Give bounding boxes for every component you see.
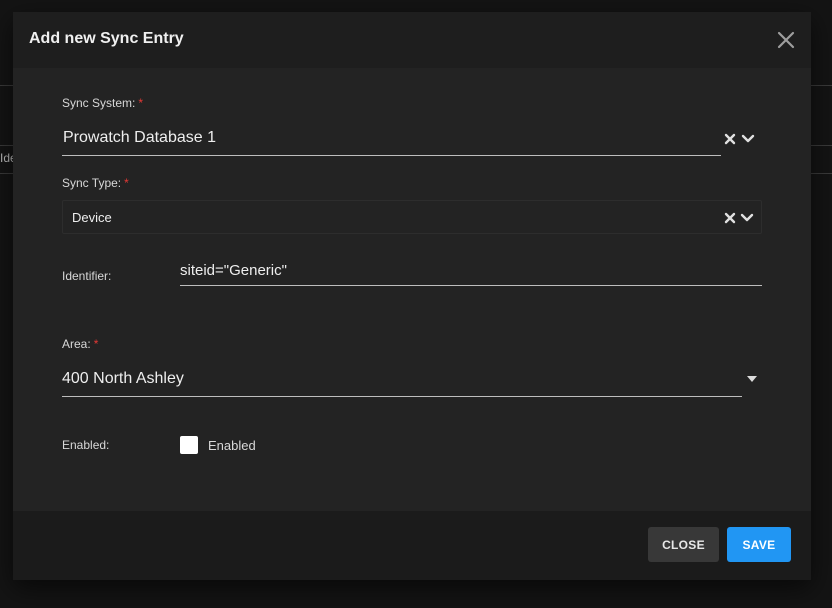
required-marker: * xyxy=(138,96,144,110)
required-marker: * xyxy=(124,176,129,190)
background-column-header: Ide xyxy=(0,151,14,165)
background-divider xyxy=(0,85,14,86)
dialog-footer: CLOSE SAVE xyxy=(13,511,811,580)
area-underline xyxy=(62,396,742,397)
dialog-header: Add new Sync Entry xyxy=(13,12,811,68)
background-divider xyxy=(811,145,832,146)
sync-system-label: Sync System: * xyxy=(62,96,143,110)
identifier-label: Identifier: xyxy=(62,269,112,283)
sync-type-label: Sync Type: * xyxy=(62,176,129,190)
add-sync-entry-dialog: Add new Sync Entry Sync System: * Prowatc… xyxy=(13,12,811,580)
save-button[interactable]: SAVE xyxy=(727,527,791,562)
close-button[interactable]: CLOSE xyxy=(648,527,719,562)
identifier-underline xyxy=(180,285,762,286)
sync-type-value: Device xyxy=(72,210,112,225)
area-value: 400 North Ashley xyxy=(62,370,184,387)
sync-system-underline xyxy=(62,155,721,156)
background-divider xyxy=(0,145,14,146)
enabled-checkbox[interactable] xyxy=(180,436,198,454)
caret-down-icon[interactable] xyxy=(746,375,758,383)
chevron-down-icon[interactable] xyxy=(740,212,754,224)
enabled-checkbox-label[interactable]: Enabled xyxy=(208,438,256,453)
area-label: Area: * xyxy=(62,337,98,351)
background-divider xyxy=(811,85,832,86)
background-divider xyxy=(0,173,14,174)
chevron-down-icon[interactable] xyxy=(741,133,755,145)
enabled-label: Enabled: xyxy=(62,438,110,452)
sync-type-select[interactable]: Device xyxy=(62,200,762,234)
dialog-title: Add new Sync Entry xyxy=(29,30,184,47)
identifier-value: siteid="Generic" xyxy=(180,262,287,279)
required-marker: * xyxy=(93,337,99,351)
clear-icon[interactable] xyxy=(724,212,736,224)
sync-type-label-text: Sync Type: xyxy=(62,176,122,190)
sync-system-label-text: Sync System: xyxy=(62,96,136,110)
close-icon[interactable] xyxy=(775,29,797,51)
sync-system-value: Prowatch Database 1 xyxy=(63,129,216,146)
background-divider xyxy=(811,173,832,174)
clear-icon[interactable] xyxy=(724,133,736,145)
area-label-text: Area: xyxy=(62,337,91,351)
